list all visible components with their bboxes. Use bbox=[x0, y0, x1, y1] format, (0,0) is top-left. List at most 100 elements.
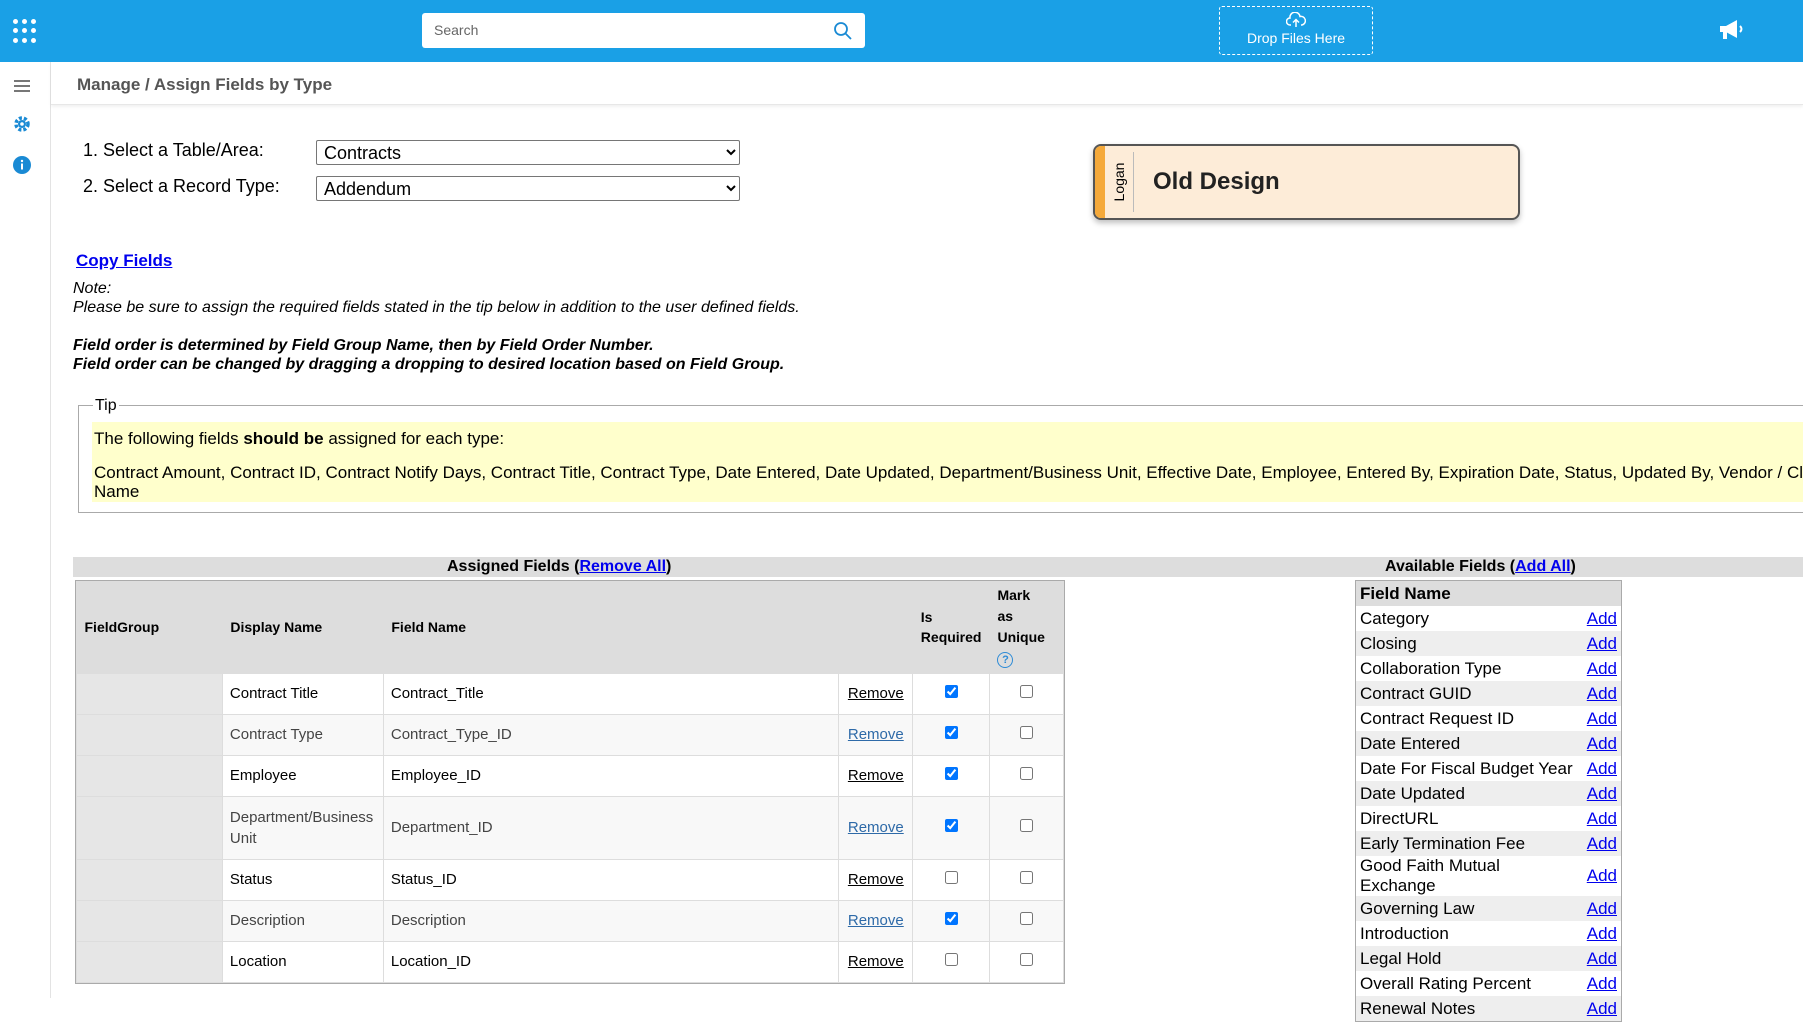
add-link[interactable]: Add bbox=[1587, 709, 1617, 728]
mark-unique-cell bbox=[988, 940, 1065, 983]
table-row[interactable]: Location Location_ID Remove bbox=[76, 940, 1065, 983]
add-link[interactable]: Add bbox=[1587, 834, 1617, 853]
mark-unique-checkbox[interactable] bbox=[1019, 871, 1033, 884]
add-cell: Add bbox=[1583, 706, 1621, 731]
list-item: Overall Rating Percent Add bbox=[1356, 971, 1621, 996]
list-item: Legal Hold Add bbox=[1356, 946, 1621, 971]
note-label: Note: bbox=[73, 280, 112, 297]
is-required-cell bbox=[912, 858, 990, 901]
gear-icon[interactable] bbox=[12, 114, 32, 134]
table-row[interactable]: Description Description Remove bbox=[76, 899, 1065, 942]
table-row[interactable]: Employee Employee_ID Remove bbox=[76, 754, 1065, 797]
col-fieldgroup: FieldGroup bbox=[76, 581, 223, 673]
table-area-select[interactable]: Contracts bbox=[316, 140, 740, 165]
mark-unique-cell bbox=[988, 795, 1065, 860]
mark-unique-cell bbox=[988, 754, 1065, 797]
is-required-checkbox[interactable] bbox=[944, 871, 958, 884]
available-field-name: Contract Request ID bbox=[1360, 708, 1515, 728]
mark-unique-checkbox[interactable] bbox=[1019, 953, 1033, 966]
remove-all-link[interactable]: Remove All bbox=[579, 558, 666, 575]
unique-help-icon[interactable]: ? bbox=[997, 651, 1014, 668]
add-link[interactable]: Add bbox=[1587, 734, 1617, 753]
add-link[interactable]: Add bbox=[1587, 899, 1617, 918]
add-link[interactable]: Add bbox=[1587, 866, 1617, 885]
available-field-name: Date Updated bbox=[1356, 781, 1583, 806]
fieldgroup-cell bbox=[76, 940, 223, 983]
add-link[interactable]: Add bbox=[1587, 809, 1617, 828]
add-link[interactable]: Add bbox=[1587, 974, 1617, 993]
assigned-fields-table: FieldGroup Display Name Field Name Is Req… bbox=[75, 580, 1065, 984]
list-item: Collaboration Type Add bbox=[1356, 656, 1621, 681]
drop-files-zone[interactable]: Drop Files Here bbox=[1219, 6, 1373, 55]
fieldgroup-cell bbox=[76, 795, 223, 860]
add-all-link[interactable]: Add All bbox=[1515, 558, 1570, 575]
breadcrumb: Manage / Assign Fields by Type bbox=[77, 75, 333, 94]
table-row[interactable]: Contract Title Contract_Title Remove bbox=[76, 672, 1065, 715]
apps-grid-icon[interactable] bbox=[13, 19, 37, 43]
is-required-checkbox[interactable] bbox=[944, 726, 958, 739]
remove-link[interactable]: Remove bbox=[848, 912, 904, 929]
list-item: Good Faith Mutual Exchange Add bbox=[1356, 856, 1621, 896]
upload-cloud-icon bbox=[1286, 12, 1306, 27]
is-required-cell bbox=[912, 672, 990, 715]
add-link[interactable]: Add bbox=[1587, 924, 1617, 943]
table-row[interactable]: Department/Business Unit Department_ID Rem… bbox=[76, 795, 1065, 860]
is-required-checkbox[interactable] bbox=[944, 953, 958, 966]
remove-cell: Remove bbox=[838, 940, 914, 983]
available-fields-table: Field Name Category Add Closing Add Collabor… bbox=[1355, 580, 1622, 1022]
search-input[interactable] bbox=[432, 21, 816, 39]
table-row[interactable]: Contract Type Contract_Type_ID Remove bbox=[76, 713, 1065, 756]
add-link[interactable]: Add bbox=[1587, 759, 1617, 778]
mark-unique-checkbox[interactable] bbox=[1019, 819, 1033, 832]
add-cell: Add bbox=[1582, 781, 1621, 806]
mark-unique-checkbox[interactable] bbox=[1019, 685, 1033, 698]
remove-link[interactable]: Remove bbox=[848, 871, 904, 888]
is-required-checkbox[interactable] bbox=[944, 767, 958, 780]
list-item: Early Termination Fee Add bbox=[1356, 831, 1621, 856]
copy-fields-link[interactable]: Copy Fields bbox=[76, 251, 172, 271]
info-icon[interactable] bbox=[12, 155, 32, 175]
tip-required-fields: Contract Amount, Contract ID, Contract N… bbox=[94, 463, 1803, 482]
remove-link[interactable]: Remove bbox=[848, 953, 904, 970]
is-required-checkbox[interactable] bbox=[944, 685, 958, 698]
menu-icon[interactable] bbox=[12, 78, 32, 94]
remove-link[interactable]: Remove bbox=[848, 767, 904, 784]
available-fields-heading: Available Fields (Add All) bbox=[1385, 558, 1576, 575]
remove-cell: Remove bbox=[838, 713, 914, 756]
record-type-select[interactable]: Addendum bbox=[316, 176, 740, 201]
remove-link[interactable]: Remove bbox=[848, 819, 904, 836]
tip-legend: Tip bbox=[93, 397, 119, 415]
add-link[interactable]: Add bbox=[1587, 949, 1617, 968]
card-stripe bbox=[1095, 146, 1105, 218]
mark-unique-checkbox[interactable] bbox=[1019, 767, 1033, 780]
search-box bbox=[422, 13, 865, 48]
available-field-name: Governing Law bbox=[1356, 896, 1583, 921]
field-name-cell: Contract_Type_ID bbox=[382, 713, 840, 756]
table-row[interactable]: Status Status_ID Remove bbox=[76, 858, 1065, 901]
col-mark-unique: Mark as Unique? bbox=[989, 581, 1064, 673]
remove-cell: Remove bbox=[838, 672, 914, 715]
add-cell: Add bbox=[1583, 606, 1621, 631]
remove-link[interactable]: Remove bbox=[848, 726, 904, 743]
is-required-checkbox[interactable] bbox=[944, 819, 958, 832]
table-area-label: 1. Select a Table/Area: bbox=[83, 140, 264, 160]
mark-unique-cell bbox=[988, 858, 1065, 901]
remove-link[interactable]: Remove bbox=[848, 685, 904, 702]
add-cell: Add bbox=[1582, 896, 1621, 921]
add-link[interactable]: Add bbox=[1587, 784, 1617, 803]
field-name-cell: Contract_Title bbox=[382, 672, 840, 715]
old-design-card[interactable]: Logan Old Design bbox=[1093, 144, 1520, 220]
megaphone-icon[interactable] bbox=[1717, 17, 1745, 43]
add-link[interactable]: Add bbox=[1587, 684, 1617, 703]
list-item: Governing Law Add bbox=[1356, 896, 1621, 921]
add-link[interactable]: Add bbox=[1587, 609, 1617, 628]
add-link[interactable]: Add bbox=[1587, 999, 1617, 1018]
breadcrumb-bar: Manage / Assign Fields by Type bbox=[51, 62, 1803, 105]
is-required-checkbox[interactable] bbox=[944, 912, 958, 925]
mark-unique-checkbox[interactable] bbox=[1019, 912, 1033, 925]
add-link[interactable]: Add bbox=[1587, 659, 1617, 678]
mark-unique-checkbox[interactable] bbox=[1019, 726, 1033, 739]
is-required-cell bbox=[912, 754, 990, 797]
add-link[interactable]: Add bbox=[1587, 634, 1617, 653]
search-icon[interactable] bbox=[833, 21, 853, 41]
